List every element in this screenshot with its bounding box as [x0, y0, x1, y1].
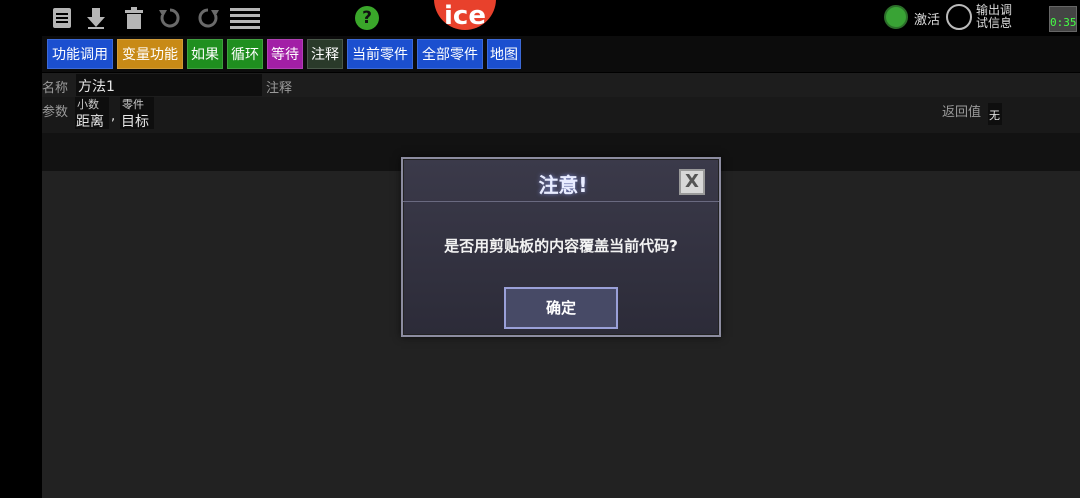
return-value: 无	[989, 109, 1000, 122]
debug-output-label: 输出调试信息	[976, 3, 1013, 30]
dialog-message: 是否用剪贴板的内容覆盖当前代码?	[444, 237, 678, 255]
name-field[interactable]: 方法1	[76, 74, 262, 96]
name-value: 方法1	[78, 79, 115, 95]
trash-icon[interactable]	[122, 6, 146, 30]
activate-toggle[interactable]	[884, 5, 908, 29]
category-tabs: 功能调用 变量功能 如果 循环 等待 注释 当前零件 全部零件 地图	[42, 36, 1080, 72]
tab-function-call[interactable]: 功能调用	[47, 39, 113, 69]
param-target[interactable]: 零件 目标	[120, 97, 154, 130]
left-margin	[0, 0, 42, 498]
param-type: 零件	[122, 98, 144, 111]
timer-readout: 0:35	[1050, 16, 1077, 29]
params-label: 参数	[42, 105, 69, 120]
return-label: 返回值	[942, 105, 982, 120]
tab-current-parts[interactable]: 当前零件	[347, 39, 413, 69]
comment-field[interactable]	[298, 74, 1080, 96]
tab-variable-function[interactable]: 变量功能	[117, 39, 183, 69]
activate-label: 激活	[914, 13, 941, 28]
param-separator: ,	[111, 109, 116, 124]
method-params-row: 参数 小数 距离 , 零件 目标 返回值 无	[42, 97, 1080, 133]
param-name: 距离	[76, 114, 104, 130]
tab-map[interactable]: 地图	[487, 39, 521, 69]
undo-icon[interactable]	[158, 6, 182, 30]
tab-if[interactable]: 如果	[187, 39, 223, 69]
name-label: 名称	[42, 81, 69, 96]
tab-comment[interactable]: 注释	[307, 39, 343, 69]
tab-wait[interactable]: 等待	[267, 39, 303, 69]
param-distance[interactable]: 小数 距离	[75, 97, 109, 130]
confirm-button[interactable]: 确定	[504, 287, 618, 329]
list-icon[interactable]	[50, 6, 74, 30]
download-icon[interactable]	[84, 6, 108, 30]
confirm-dialog: 注意! X 是否用剪贴板的内容覆盖当前代码? 确定	[401, 157, 721, 337]
method-name-row: 名称 方法1 注释	[42, 73, 1080, 97]
redo-icon[interactable]	[196, 6, 220, 30]
dialog-title: 注意!	[538, 173, 588, 197]
return-type-field[interactable]: 无	[988, 103, 1002, 125]
param-name: 目标	[121, 114, 149, 130]
param-type: 小数	[77, 98, 99, 111]
tab-all-parts[interactable]: 全部零件	[417, 39, 483, 69]
stack-icon[interactable]	[228, 6, 262, 30]
close-button[interactable]: X	[679, 169, 705, 195]
tab-loop[interactable]: 循环	[227, 39, 263, 69]
debug-output-toggle[interactable]	[946, 4, 972, 30]
comment-label: 注释	[266, 81, 293, 96]
help-button[interactable]: ?	[355, 6, 379, 30]
